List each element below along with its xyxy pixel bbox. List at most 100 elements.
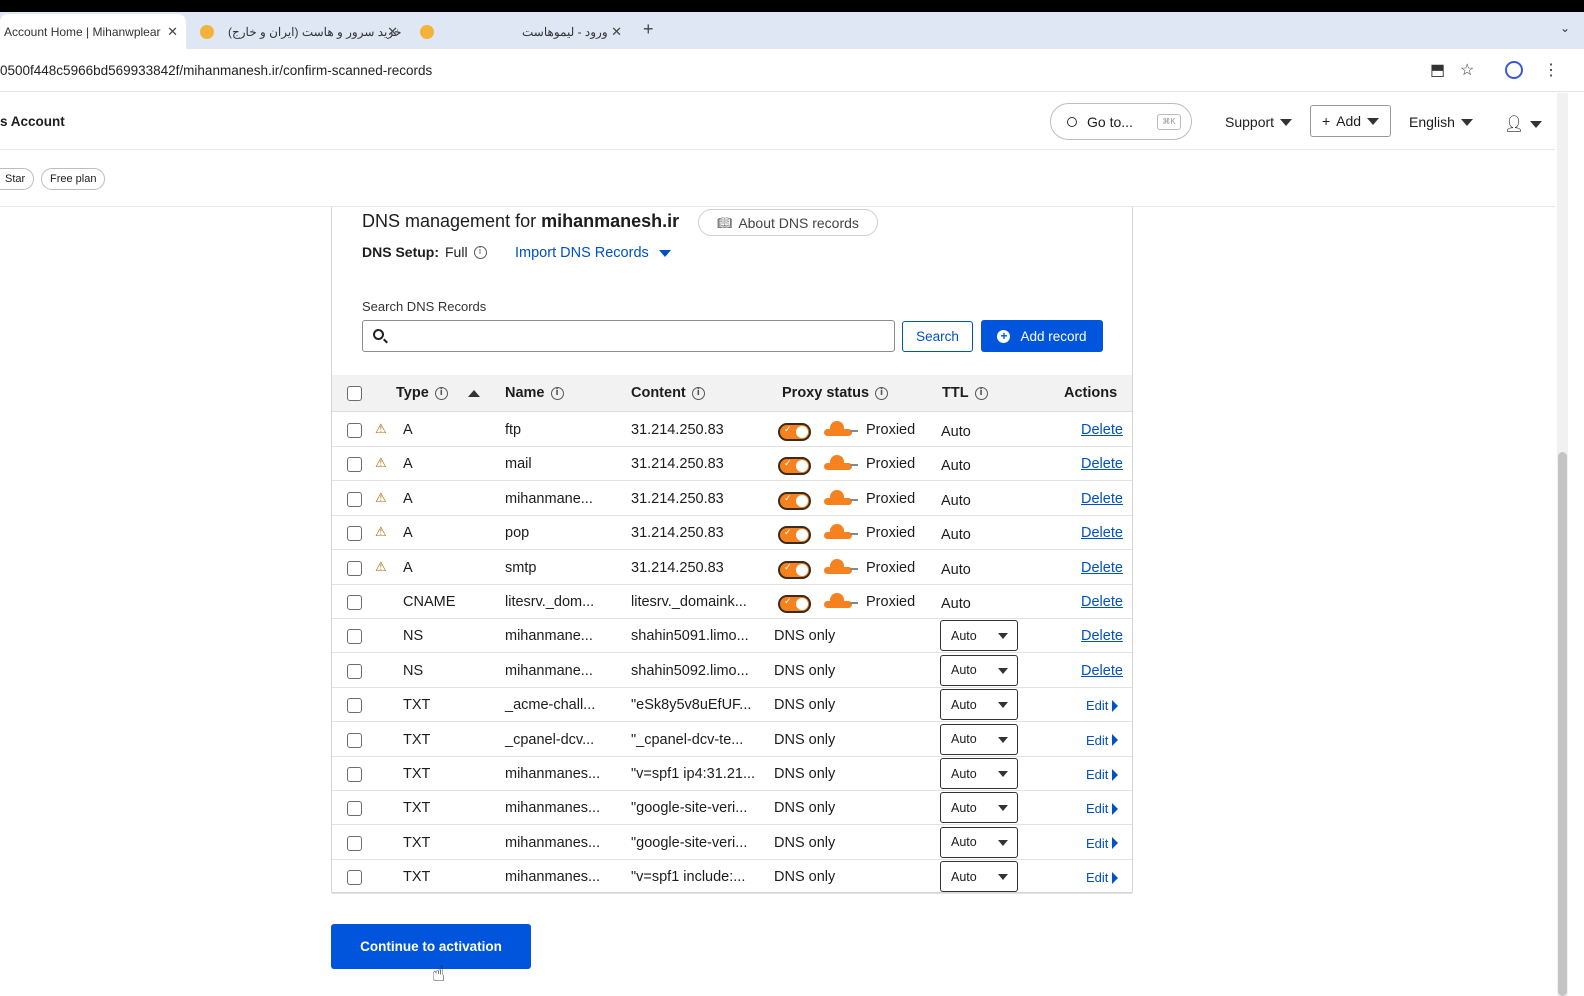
- row-checkbox[interactable]: [347, 526, 362, 542]
- info-icon[interactable]: i: [550, 386, 564, 400]
- ttl-select[interactable]: Auto: [940, 826, 1018, 858]
- delete-link[interactable]: Delete: [1081, 663, 1123, 679]
- info-icon[interactable]: i: [974, 386, 988, 400]
- row-checkbox[interactable]: [347, 801, 362, 817]
- delete-link[interactable]: Delete: [1081, 594, 1123, 610]
- row-checkbox[interactable]: [347, 423, 362, 438]
- chevron-down-icon: [1530, 120, 1543, 128]
- table-row: TXT mihanmanes... "google-site-veri... DNS …: [332, 826, 1132, 860]
- profile-icon[interactable]: [1505, 61, 1523, 79]
- row-checkbox[interactable]: [347, 698, 362, 714]
- support-dropdown[interactable]: Support: [1225, 114, 1293, 130]
- ttl-select[interactable]: Auto: [940, 654, 1018, 686]
- delete-link[interactable]: Delete: [1081, 560, 1123, 576]
- install-app-icon[interactable]: ⬒: [1430, 60, 1445, 80]
- close-tab-icon[interactable]: ✕: [167, 24, 178, 40]
- tab-search-chevron-icon[interactable]: ⌄: [1560, 21, 1570, 35]
- edit-link[interactable]: Edit: [1086, 801, 1119, 816]
- edit-link[interactable]: Edit: [1086, 870, 1119, 885]
- warning-icon[interactable]: ⚠: [375, 491, 387, 506]
- proxy-toggle[interactable]: ✓: [778, 491, 811, 510]
- delete-link[interactable]: Delete: [1081, 491, 1123, 507]
- search-input[interactable]: [362, 320, 895, 352]
- bookmark-star-icon[interactable]: ☆: [1460, 60, 1474, 80]
- browser-menu-icon[interactable]: ⋮: [1543, 60, 1559, 80]
- close-tab-icon[interactable]: ✕: [387, 24, 398, 40]
- delete-link[interactable]: Delete: [1081, 422, 1123, 438]
- row-checkbox[interactable]: [347, 767, 362, 782]
- new-tab-button[interactable]: +: [643, 19, 654, 40]
- language-dropdown[interactable]: English: [1409, 114, 1473, 130]
- row-checkbox[interactable]: [347, 835, 362, 851]
- star-pill[interactable]: Star: [0, 168, 35, 190]
- scrollbar-thumb[interactable]: [1558, 452, 1567, 996]
- proxy-toggle[interactable]: ✓: [778, 457, 811, 476]
- proxy-toggle[interactable]: ✓: [778, 423, 811, 441]
- proxy-toggle[interactable]: ✓: [778, 595, 811, 613]
- row-checkbox[interactable]: [347, 457, 362, 473]
- warning-icon[interactable]: ⚠: [375, 422, 387, 437]
- account-title[interactable]: s Account: [0, 114, 65, 129]
- edit-link[interactable]: Edit: [1086, 767, 1119, 782]
- ttl-select-value: Auto: [951, 697, 977, 712]
- goto-search-button[interactable]: Go to... ⌘K: [1050, 103, 1192, 140]
- proxy-toggle[interactable]: ✓: [778, 560, 811, 579]
- edit-link[interactable]: Edit: [1086, 698, 1119, 713]
- tab-limohost-login[interactable]: ورود - لیموهاست ✕: [420, 14, 630, 49]
- info-icon[interactable]: i: [875, 386, 889, 400]
- ttl-select[interactable]: Auto: [940, 620, 1018, 652]
- row-checkbox[interactable]: [347, 491, 362, 507]
- delete-link[interactable]: Delete: [1081, 628, 1123, 644]
- ttl-select[interactable]: Auto: [940, 723, 1018, 755]
- column-name-label: Name: [505, 385, 545, 401]
- row-checkbox[interactable]: [347, 595, 362, 610]
- search-button[interactable]: Search: [902, 321, 973, 352]
- tab-server-hosting[interactable]: خرید سرور و هاست (ایران و خارج) ✕: [200, 14, 406, 49]
- url-field[interactable]: 0500f448c5966bd569933842f/mihanmanesh.ir…: [0, 63, 432, 78]
- delete-link[interactable]: Delete: [1081, 525, 1123, 541]
- record-type: CNAME: [403, 594, 456, 610]
- row-checkbox[interactable]: [347, 560, 362, 576]
- plan-pill[interactable]: Free plan: [41, 168, 106, 190]
- cloud-arrow-icon: [850, 533, 858, 536]
- chevron-down-icon: [998, 771, 1008, 777]
- proxy-toggle[interactable]: ✓: [778, 526, 811, 545]
- proxy-status: Proxied: [866, 422, 916, 438]
- info-icon[interactable]: i: [691, 386, 705, 400]
- tab-account-home[interactable]: Account Home | Mihanwplear ✕: [0, 14, 186, 49]
- warning-icon[interactable]: ⚠: [375, 560, 387, 575]
- add-dropdown-button[interactable]: + Add: [1310, 105, 1391, 137]
- row-checkbox[interactable]: [347, 629, 362, 645]
- warning-icon[interactable]: ⚠: [375, 456, 387, 471]
- record-name: _acme-chall...: [505, 697, 596, 714]
- import-dns-dropdown[interactable]: Import DNS Records: [515, 245, 671, 261]
- close-tab-icon[interactable]: ✕: [611, 24, 622, 40]
- check-icon: ✓: [784, 597, 792, 607]
- about-dns-button[interactable]: 📖︎ About DNS records: [698, 209, 878, 236]
- record-content: 31.214.250.83: [631, 456, 724, 473]
- row-checkbox[interactable]: [347, 663, 362, 679]
- warning-icon[interactable]: ⚠: [375, 525, 387, 540]
- add-record-button[interactable]: + Add record: [981, 320, 1103, 352]
- edit-link[interactable]: Edit: [1086, 836, 1119, 851]
- ttl-select[interactable]: Auto: [940, 792, 1018, 824]
- edit-link[interactable]: Edit: [1086, 733, 1119, 748]
- user-menu[interactable]: 👤︎: [1504, 114, 1543, 134]
- ttl-select[interactable]: Auto: [940, 758, 1018, 789]
- ttl-select[interactable]: Auto: [940, 861, 1018, 893]
- record-type: NS: [403, 662, 424, 679]
- column-type[interactable]: Type i: [396, 385, 480, 401]
- delete-link[interactable]: Delete: [1081, 456, 1123, 472]
- cloud-icon: [824, 489, 852, 505]
- row-checkbox[interactable]: [347, 870, 362, 886]
- ttl-select[interactable]: Auto: [940, 689, 1018, 721]
- column-actions-label: Actions: [1064, 385, 1118, 401]
- dns-setup-value: Full: [445, 244, 468, 260]
- chevron-down-icon: [998, 702, 1008, 709]
- select-all-checkbox[interactable]: [347, 386, 362, 401]
- info-icon[interactable]: i: [473, 245, 487, 259]
- sort-ascending-icon[interactable]: [467, 389, 480, 397]
- continue-to-activation-button[interactable]: Continue to activation: [331, 924, 531, 969]
- row-checkbox[interactable]: [347, 732, 362, 748]
- info-icon[interactable]: i: [434, 386, 448, 400]
